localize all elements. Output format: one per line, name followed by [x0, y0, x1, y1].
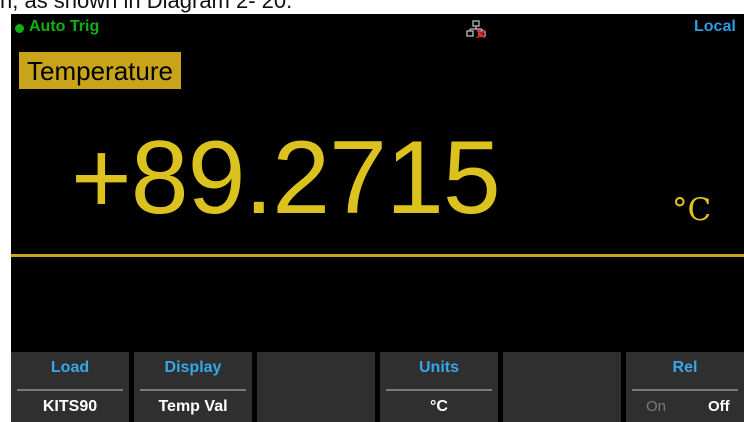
softkey-separator	[17, 389, 123, 391]
softkey-title: Rel	[672, 359, 698, 376]
measurement-unit: °C	[672, 192, 712, 228]
softkey-separator	[632, 389, 738, 391]
remote-state-label: Local	[694, 18, 736, 35]
instrument-screen: Auto Trig Local Temperature +89.2715 °C …	[11, 14, 744, 422]
softkey-empty-3[interactable]	[257, 352, 375, 422]
rel-off-option: Off	[708, 398, 730, 415]
rel-on-option: On	[646, 398, 667, 415]
network-disconnected-icon	[466, 20, 486, 38]
status-bar: Auto Trig Local	[11, 14, 744, 44]
softkey-units[interactable]: Units °C	[380, 352, 498, 422]
softkey-load[interactable]: Load KITS90	[11, 352, 129, 422]
softkey-value: Temp Val	[158, 398, 228, 415]
function-label: Temperature	[19, 52, 181, 89]
measurement-value: +89.2715	[71, 120, 501, 236]
display-divider	[11, 254, 744, 257]
softkey-title: Display	[164, 359, 222, 376]
softkey-title: Units	[419, 359, 459, 376]
softkey-separator	[140, 389, 246, 391]
softkey-title: Load	[50, 359, 90, 376]
document-caption-strip: n, as shown in Diagram 2- 20.	[0, 0, 744, 14]
softkey-menu: Load KITS90 Display Temp Val Units °C Re…	[11, 352, 744, 422]
softkey-value: KITS90	[42, 398, 98, 415]
trigger-mode-label: Auto Trig	[29, 18, 100, 35]
softkey-display[interactable]: Display Temp Val	[134, 352, 252, 422]
softkey-rel[interactable]: Rel On Off	[626, 352, 744, 422]
trigger-status-icon	[15, 24, 24, 33]
softkey-value: °C	[430, 398, 448, 415]
document-caption-text: n, as shown in Diagram 2- 20.	[0, 0, 293, 13]
softkey-empty-5[interactable]	[503, 352, 621, 422]
softkey-separator	[386, 389, 492, 391]
